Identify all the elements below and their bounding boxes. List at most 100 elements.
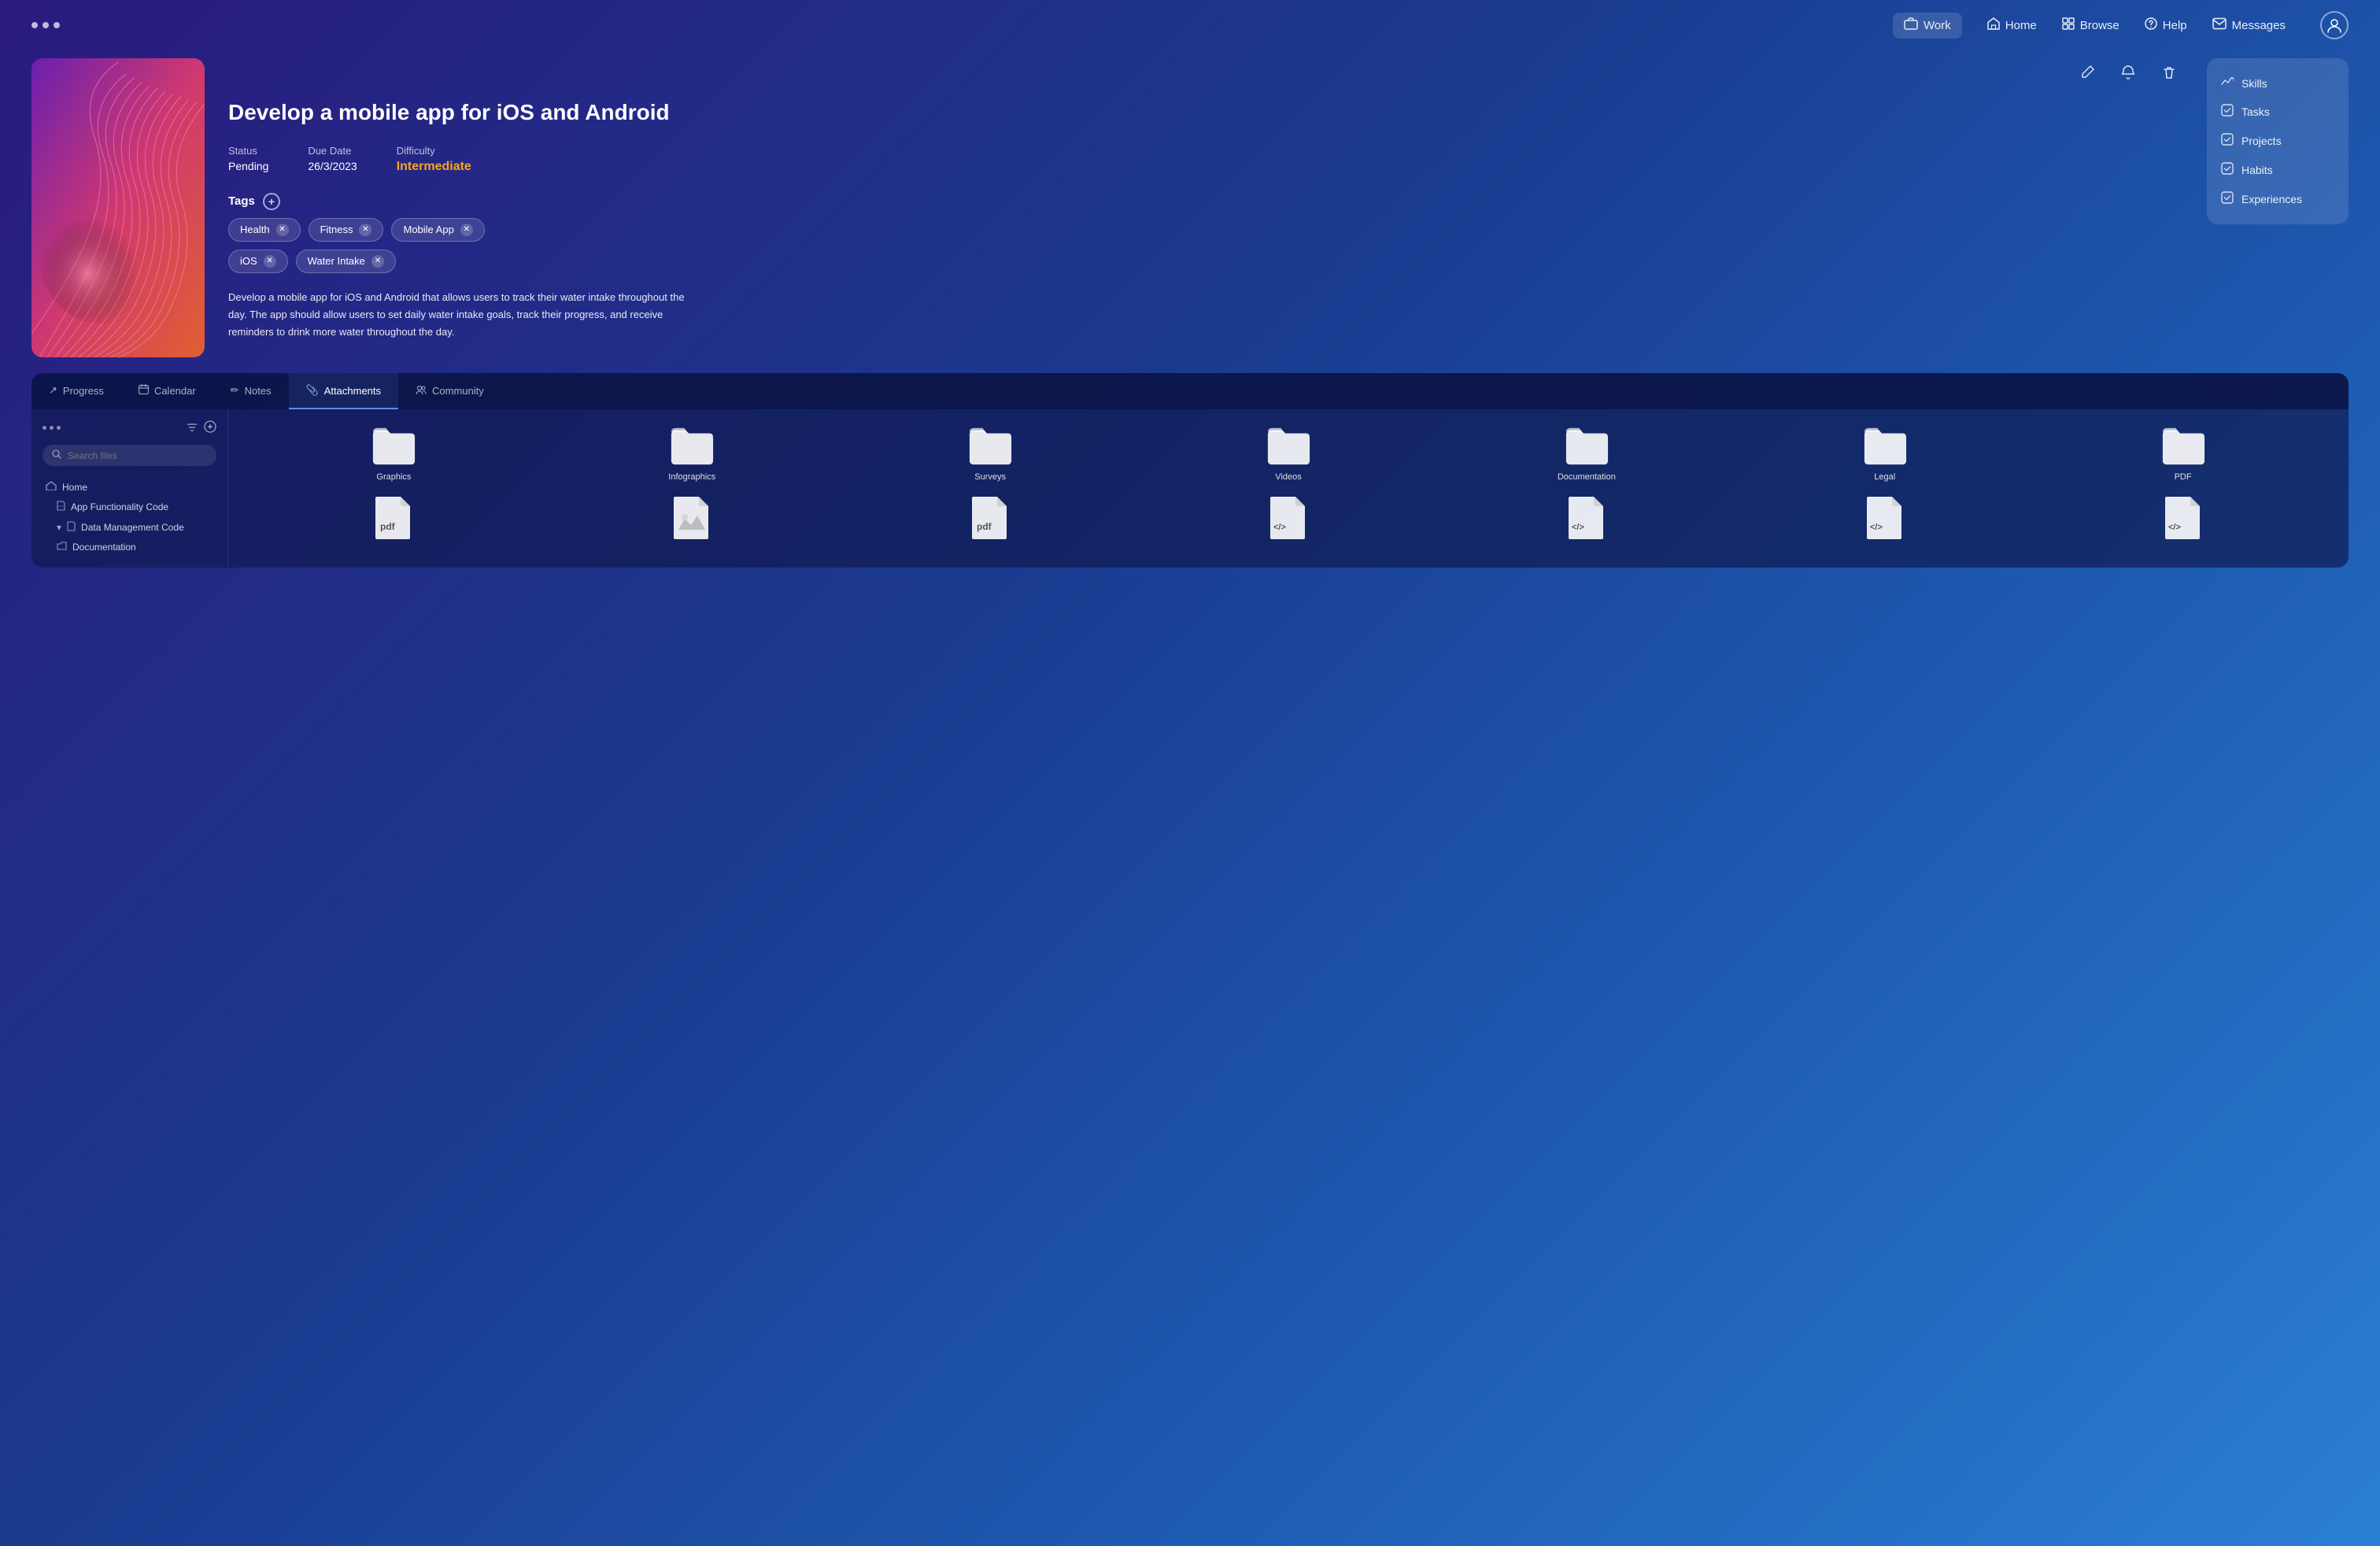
search-files-input[interactable]	[68, 450, 207, 461]
file-tree: Home App Functionality Code ▾ Data Manag…	[42, 477, 216, 557]
folder-infographics[interactable]: Infographics	[545, 425, 839, 490]
file-pdf-1[interactable]: pdf	[247, 497, 541, 553]
folder-pdf[interactable]: PDF	[2036, 425, 2330, 490]
notification-button[interactable]	[2114, 58, 2142, 87]
folder-graphics[interactable]: Graphics	[247, 425, 541, 490]
file-pdf-2[interactable]: pdf	[844, 497, 1137, 553]
tag-ios-close[interactable]: ✕	[264, 255, 276, 268]
tab-community[interactable]: Community	[398, 373, 501, 409]
delete-button[interactable]	[2155, 58, 2183, 87]
file-code-4[interactable]: </>	[2036, 497, 2330, 553]
tab-notes[interactable]: ✏ Notes	[213, 373, 289, 409]
tag-water-intake-label: Water Intake	[308, 255, 365, 267]
user-avatar[interactable]	[2320, 11, 2349, 39]
status-label: Status	[228, 145, 268, 157]
menu-tasks[interactable]: Tasks	[2207, 97, 2349, 126]
tag-fitness-label: Fitness	[320, 224, 353, 235]
file-tree-data-code-label: Data Management Code	[81, 522, 184, 533]
folder-pdf-label: PDF	[2175, 472, 2192, 482]
nav-help-label: Help	[2163, 19, 2187, 32]
file-tree-app-code[interactable]: App Functionality Code	[42, 497, 216, 517]
difficulty-value: Intermediate	[397, 160, 471, 174]
nav-browse[interactable]: Browse	[2062, 17, 2119, 34]
tags-row-2: iOS ✕ Water Intake ✕	[228, 250, 2183, 273]
tag-mobile-app-close[interactable]: ✕	[460, 224, 473, 236]
tag-health-close[interactable]: ✕	[276, 224, 289, 236]
nav-work[interactable]: Work	[1893, 13, 1962, 39]
sidebar-dots	[42, 426, 61, 430]
community-tab-icon	[416, 385, 427, 397]
help-icon	[2145, 17, 2157, 34]
menu-habits-label: Habits	[2241, 164, 2273, 176]
tag-water-intake: Water Intake ✕	[296, 250, 396, 273]
file-code-icon-1: </>	[1266, 497, 1311, 538]
folder-infographics-label: Infographics	[668, 472, 715, 482]
folder-legal[interactable]: Legal	[1738, 425, 2031, 490]
menu-experiences[interactable]: Experiences	[2207, 184, 2349, 213]
file-sidebar-header	[42, 420, 216, 435]
add-tag-button[interactable]: +	[263, 193, 280, 210]
file-image-1[interactable]	[545, 497, 839, 553]
menu-skills-label: Skills	[2241, 77, 2267, 90]
filter-button[interactable]	[187, 422, 198, 435]
add-file-button[interactable]	[204, 420, 216, 435]
task-hero-image	[31, 58, 205, 357]
file-tree-home[interactable]: Home	[42, 477, 216, 497]
dot-3	[54, 22, 60, 28]
folder-surveys[interactable]: Surveys	[844, 425, 1137, 490]
menu-habits[interactable]: Habits	[2207, 155, 2349, 184]
tag-fitness-close[interactable]: ✕	[359, 224, 371, 236]
tab-attachments[interactable]: 📎 Attachments	[289, 373, 398, 409]
svg-text:</>: </>	[1273, 523, 1286, 532]
file-sidebar: Home App Functionality Code ▾ Data Manag…	[31, 409, 228, 568]
file-tree-documentation[interactable]: Documentation	[42, 538, 216, 557]
menu-tasks-label: Tasks	[2241, 105, 2270, 118]
tag-health-label: Health	[240, 224, 270, 235]
folder-documentation[interactable]: Documentation	[1439, 425, 1733, 490]
sidebar-dot-1	[42, 426, 46, 430]
folder-videos[interactable]: Videos	[1142, 425, 1436, 490]
tag-mobile-app: Mobile App ✕	[391, 218, 484, 242]
file-image-icon-1	[669, 497, 715, 538]
file-code-icon-2: </>	[1564, 497, 1609, 538]
menu-skills[interactable]: Skills	[2207, 69, 2349, 97]
edit-button[interactable]	[2073, 58, 2101, 87]
experiences-icon	[2221, 191, 2234, 206]
sidebar-actions	[187, 420, 216, 435]
file-code-2[interactable]: </>	[1439, 497, 1733, 553]
file-code-1[interactable]: </>	[1142, 497, 1436, 553]
nav-browse-label: Browse	[2080, 19, 2119, 32]
tab-progress[interactable]: ↗ Progress	[31, 373, 121, 409]
skills-icon	[2221, 76, 2234, 90]
tag-mobile-app-label: Mobile App	[403, 224, 453, 235]
meta-difficulty: Difficulty Intermediate	[397, 145, 471, 174]
dot-1	[31, 22, 38, 28]
nav-home[interactable]: Home	[1987, 17, 2037, 34]
tag-ios-label: iOS	[240, 255, 257, 267]
search-input-wrap	[42, 445, 216, 466]
nav-messages[interactable]: Messages	[2212, 17, 2286, 34]
menu-projects[interactable]: Projects	[2207, 126, 2349, 155]
file-tree-data-code[interactable]: ▾ Data Management Code	[42, 517, 216, 538]
file-code-icon-3: </>	[1862, 497, 1908, 538]
task-actions	[228, 58, 2183, 87]
tag-water-intake-close[interactable]: ✕	[371, 255, 384, 268]
folder-documentation-label: Documentation	[1558, 472, 1616, 482]
nav-help[interactable]: Help	[2145, 17, 2187, 34]
task-title: Develop a mobile app for iOS and Android	[228, 99, 2183, 126]
file-code-3[interactable]: </>	[1738, 497, 2031, 553]
meta-due-date: Due Date 26/3/2023	[308, 145, 357, 174]
folder-videos-label: Videos	[1275, 472, 1301, 482]
habits-icon	[2221, 162, 2234, 177]
due-date-value: 26/3/2023	[308, 160, 357, 172]
calendar-tab-label: Calendar	[154, 385, 196, 397]
folder-legal-label: Legal	[1874, 472, 1895, 482]
tags-section: Tags + Health ✕ Fitness ✕ Mobile App ✕	[228, 193, 2183, 273]
nav-links: Work Home Browse Help Messages	[1893, 11, 2349, 39]
tabs-bar: ↗ Progress Calendar ✏ Notes 📎 Attachment…	[31, 373, 2349, 409]
menu-experiences-label: Experiences	[2241, 193, 2302, 205]
messages-icon	[2212, 17, 2227, 34]
tab-calendar[interactable]: Calendar	[121, 373, 213, 409]
due-date-label: Due Date	[308, 145, 357, 157]
panel-content: Home App Functionality Code ▾ Data Manag…	[31, 409, 2349, 568]
